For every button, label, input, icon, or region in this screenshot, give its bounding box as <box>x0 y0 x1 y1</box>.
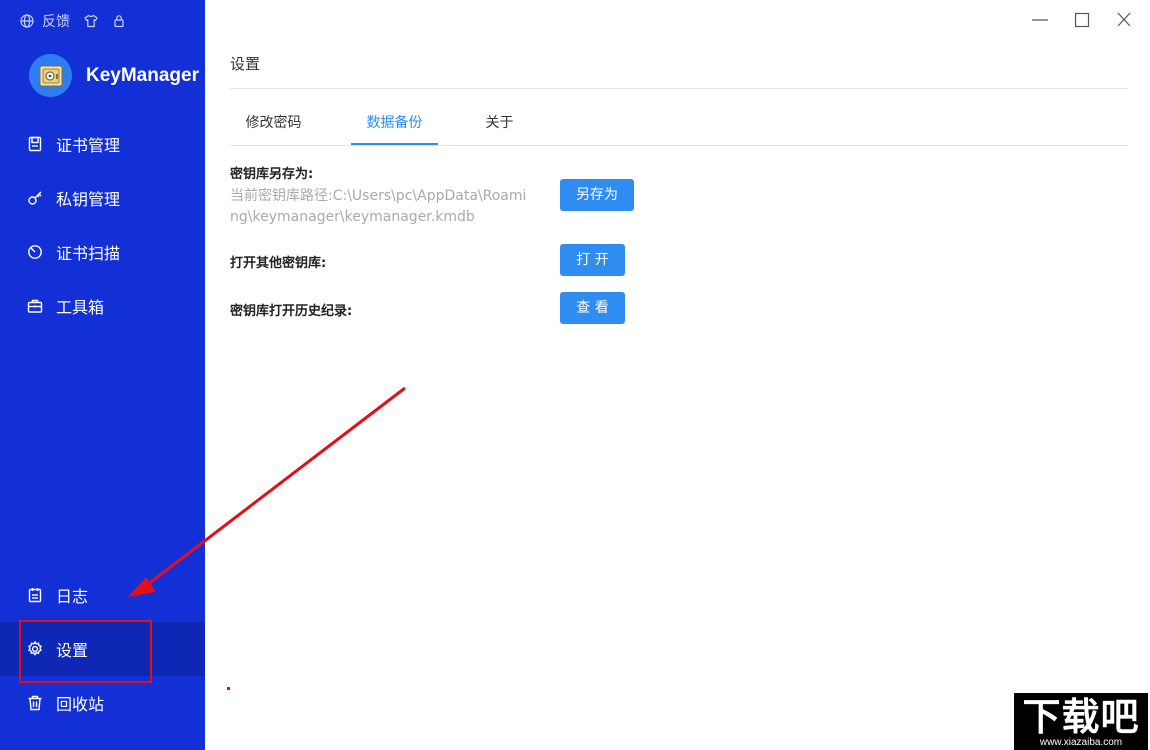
save-as-button[interactable]: 另存为 <box>560 179 634 211</box>
sidebar-item-toolbox[interactable]: 工具箱 <box>0 279 205 333</box>
tab-data-backup[interactable]: 数据备份 <box>351 105 438 145</box>
sidebar-item-private-key-management[interactable]: 私钥管理 <box>0 171 205 225</box>
current-path-text: 当前密钥库路径:C:\Users\pc\AppData\Roaming\keym… <box>230 188 527 225</box>
view-history-button[interactable]: 查 看 <box>560 292 625 324</box>
gear-icon <box>28 641 42 656</box>
sidebar-item-label: 私钥管理 <box>56 190 121 209</box>
app-name: KeyManager <box>86 64 199 86</box>
sidebar: 反馈 KeyManager 证书管理 私钥管理 证书扫描 工具箱 日志 设置 回… <box>0 0 205 750</box>
watermark-logo-text: 下载吧 <box>1022 695 1140 739</box>
main-content: 设置 修改密码 数据备份 关于 密钥库另存为: 当前密钥库路径:C:\Users… <box>230 0 1128 750</box>
globe-icon[interactable] <box>20 14 34 28</box>
tab-about[interactable]: 关于 <box>473 105 526 145</box>
brand: KeyManager <box>29 54 199 97</box>
keymanager-logo-icon <box>29 54 72 97</box>
feedback-icon[interactable]: 反馈 <box>42 11 70 31</box>
open-button[interactable]: 打 开 <box>560 244 625 276</box>
clipboard-icon <box>28 588 42 603</box>
open-other-label: 打开其他密钥库: <box>230 256 327 271</box>
sidebar-item-label: 日志 <box>56 587 89 606</box>
sidebar-item-settings[interactable]: 设置 <box>0 622 205 676</box>
sidebar-item-cert-scan[interactable]: 证书扫描 <box>0 225 205 279</box>
sidebar-item-cert-management[interactable]: 证书管理 <box>0 117 205 171</box>
sidebar-item-label: 工具箱 <box>56 298 105 317</box>
page-title: 设置 <box>230 55 261 73</box>
history-label: 密钥库打开历史纪录: <box>230 304 353 319</box>
save-as-label: 密钥库另存为: <box>230 167 314 182</box>
shirt-icon[interactable] <box>84 14 98 28</box>
watermark: 下载吧 www.xiazaiba.com <box>1014 693 1148 750</box>
sidebar-item-log[interactable]: 日志 <box>0 568 205 622</box>
sidebar-item-label: 回收站 <box>56 695 105 714</box>
sidebar-item-label: 设置 <box>56 641 89 660</box>
watermark-url: www.xiazaiba.com <box>1039 737 1123 748</box>
divider <box>230 88 1128 89</box>
sidebar-item-label: 证书扫描 <box>56 244 121 263</box>
key-icon <box>28 191 42 205</box>
sidebar-top-toolbar: 反馈 <box>20 11 126 31</box>
settings-tabs: 修改密码 数据备份 关于 <box>230 105 1128 146</box>
toolbox-icon <box>27 299 43 313</box>
sidebar-item-recycle-bin[interactable]: 回收站 <box>0 676 205 730</box>
trash-icon <box>28 695 42 711</box>
scan-icon <box>28 245 42 259</box>
sidebar-nav-bottom: 日志 设置 回收站 <box>0 568 205 730</box>
lock-icon[interactable] <box>112 14 126 28</box>
sidebar-item-label: 证书管理 <box>56 136 121 155</box>
sidebar-nav-top: 证书管理 私钥管理 证书扫描 工具箱 <box>0 117 205 333</box>
tab-change-password[interactable]: 修改密码 <box>230 105 317 145</box>
annotation-dot <box>227 687 230 690</box>
certificate-icon <box>28 136 42 152</box>
